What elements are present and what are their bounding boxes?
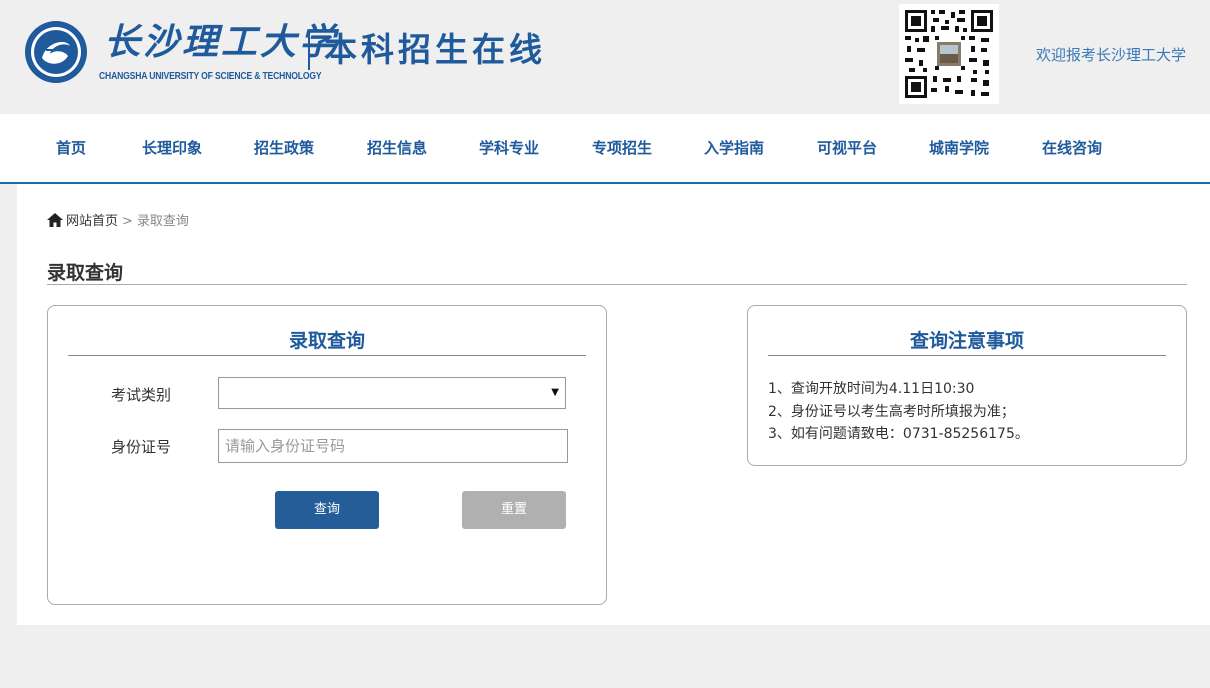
note-item: 2、身份证号以考生高考时所填报为准； bbox=[768, 403, 1015, 420]
nav-item-home[interactable]: 首页 bbox=[56, 114, 86, 182]
nav-item-chengnan-college[interactable]: 城南学院 bbox=[929, 114, 989, 182]
welcome-text: 欢迎报考长沙理工大学 bbox=[1035, 46, 1186, 64]
nav-item-special-enrollment[interactable]: 专项招生 bbox=[592, 114, 652, 182]
query-panel: 录取查询 考试类别 ▼ 身份证号 查询 重置 bbox=[47, 305, 607, 605]
nav-item-guide[interactable]: 入学指南 bbox=[704, 114, 764, 182]
page-title: 录取查询 bbox=[47, 262, 124, 284]
logo-subtitle: 本科招生在线 bbox=[324, 30, 546, 69]
id-number-input[interactable] bbox=[218, 429, 568, 463]
exam-type-label: 考试类别 bbox=[111, 386, 172, 404]
breadcrumb-separator: > bbox=[122, 214, 133, 229]
notes-panel-title: 查询注意事项 bbox=[909, 330, 1024, 352]
site-header: 长沙理工大学 CHANGSHA UNIVERSITY OF SCIENCE & … bbox=[0, 0, 1210, 114]
nav-item-impression[interactable]: 长理印象 bbox=[142, 114, 202, 182]
note-item: 3、如有问题请致电：0731-85256175。 bbox=[768, 426, 1029, 442]
nav-item-visual-platform[interactable]: 可视平台 bbox=[817, 114, 877, 182]
title-divider bbox=[47, 284, 1187, 285]
query-panel-title: 录取查询 bbox=[288, 330, 365, 352]
breadcrumb-home-link[interactable]: 网站首页 bbox=[66, 214, 118, 229]
caret-down-icon: ▼ bbox=[551, 387, 559, 398]
breadcrumb-current: 录取查询 bbox=[136, 214, 189, 229]
query-panel-divider bbox=[68, 355, 586, 356]
logo-chinese-name: 长沙理工大学 bbox=[104, 21, 339, 63]
breadcrumb: 网站首页 > 录取查询 bbox=[47, 210, 189, 229]
logo-divider bbox=[308, 32, 310, 70]
query-button[interactable]: 查询 bbox=[275, 491, 379, 529]
nav-item-majors[interactable]: 学科专业 bbox=[479, 114, 539, 182]
nav-item-online-consult[interactable]: 在线咨询 bbox=[1042, 114, 1102, 182]
main-nav: 首页 长理印象 招生政策 招生信息 学科专业 专项招生 入学指南 可视平台 城南… bbox=[0, 114, 1210, 184]
note-item: 1、查询开放时间为4.11日10:30 bbox=[768, 381, 975, 397]
reset-button[interactable]: 重置 bbox=[462, 491, 566, 529]
notes-panel: 查询注意事项 1、查询开放时间为4.11日10:30 2、身份证号以考生高考时所… bbox=[747, 305, 1187, 466]
logo-english-name: CHANGSHA UNIVERSITY OF SCIENCE & TECHNOL… bbox=[99, 71, 322, 82]
home-icon bbox=[47, 213, 63, 227]
notes-panel-divider bbox=[768, 355, 1166, 356]
exam-type-select[interactable]: ▼ bbox=[218, 377, 566, 409]
qr-code-icon bbox=[899, 4, 999, 104]
notes-list: 1、查询开放时间为4.11日10:30 2、身份证号以考生高考时所填报为准； 3… bbox=[768, 378, 1029, 446]
nav-item-admission-info[interactable]: 招生信息 bbox=[367, 114, 427, 182]
id-number-label: 身份证号 bbox=[111, 438, 172, 456]
university-emblem-icon[interactable] bbox=[24, 20, 88, 84]
nav-item-policy[interactable]: 招生政策 bbox=[254, 114, 314, 182]
